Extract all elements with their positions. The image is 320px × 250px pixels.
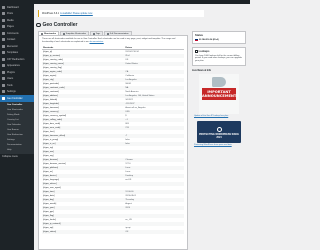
- intro-body: These are all shortcodes available for u…: [42, 38, 176, 43]
- lookups-text: You have 1000 lookups left for the curre…: [195, 55, 243, 63]
- menu-icon: [2, 5, 5, 9]
- sidebar-submenu: Geo Controller Geo Shortcodes Debug Mode Co…: [0, 101, 34, 154]
- geo-controller-icon: [36, 22, 41, 28]
- documentation-link[interactable]: documentation.: [89, 41, 103, 43]
- menu-icon: [2, 77, 5, 81]
- sidebar-item-label: Templates: [7, 51, 18, 55]
- sidebar-item-label: Contact: [7, 38, 16, 42]
- menu-icon: [2, 96, 5, 100]
- sidebar-menu-bottom: Collapse menu: [0, 154, 34, 161]
- sidebar-menu: Dashboard Posts Media Pages Comments Contact E…: [0, 4, 34, 102]
- ip-value: 93.184.216.34 (IPv4): [199, 38, 219, 41]
- menu-icon: [2, 38, 5, 42]
- sidebar-item-label: Pages: [7, 25, 14, 29]
- sidebar-item-label: Dashboard: [7, 5, 19, 9]
- sidebar-item-label: Elementor: [7, 44, 18, 48]
- collapse-menu-button[interactable]: Collapse menu: [0, 154, 34, 161]
- admin-bar: [0, 0, 250, 4]
- news2-banner-text: PROTECTING WORDPRESS SINCE 2024: [199, 132, 239, 139]
- sidebar-item-label: Geo Controller: [7, 96, 23, 100]
- lookups-title: Lookups: [195, 50, 243, 53]
- sidebar-item-label: Tools: [7, 83, 13, 87]
- megaphone-icon: [212, 76, 226, 87]
- menu-icon: [2, 18, 5, 22]
- menu-icon: [2, 57, 5, 61]
- menu-icon: [2, 70, 5, 74]
- admin-sidebar: Dashboard Posts Media Pages Comments Contact E…: [0, 4, 34, 250]
- menu-icon: [2, 44, 5, 48]
- sidebar-item-label: Comments: [7, 31, 19, 35]
- page-title: Geo Controller: [36, 22, 78, 28]
- announcement-line-2: ANNOUNCEMENT!: [202, 93, 238, 98]
- shortcodes-panel: These are all shortcodes available for u…: [38, 35, 188, 250]
- sidebar-item-label: Settings: [7, 90, 16, 94]
- wordpress-logo-icon: [216, 126, 222, 132]
- update-now-link[interactable]: is available! Please update now.: [60, 13, 93, 15]
- lookups-box: Lookups You have 1000 lookups left for t…: [192, 47, 246, 66]
- news-title: Live News & Info: [192, 68, 212, 72]
- ip-row: 93.184.216.34 (IPv4): [195, 39, 243, 42]
- notice-text: WordPress 6.6.1: [42, 12, 60, 15]
- menu-icon: [2, 25, 5, 29]
- ip-status-title: Status: [195, 34, 203, 37]
- menu-icon: [2, 64, 5, 68]
- sidebar-item-label: CF7 Redirection: [7, 57, 25, 61]
- page-title-text: Geo Controller: [42, 22, 78, 28]
- sidebar-item-label: Appearance: [7, 64, 20, 68]
- lookups-body: You have 1000 lookups left for the curre…: [195, 54, 242, 63]
- sidebar-item-label: Users: [7, 77, 14, 81]
- sidebar-item-label: Media: [7, 18, 14, 22]
- submenu-item[interactable]: Help: [0, 148, 34, 153]
- menu-icon: [2, 83, 5, 87]
- shortcodes-table: Shortcode Return [cfgeo_ip] 93.184.216.34…: [42, 45, 184, 234]
- menu-icon: [2, 51, 5, 55]
- menu-icon: [2, 31, 5, 35]
- news-link-1[interactable]: Update of the Geo IP Lookup free plan: [194, 115, 246, 118]
- shortcode-cell[interactable]: [cfgeo_status]: [42, 229, 125, 234]
- update-notice: WordPress 6.6.1 is available! Please upd…: [38, 10, 204, 17]
- return-cell: OK: [124, 229, 184, 234]
- lock-icon: [195, 50, 198, 53]
- sidebar-item-label: Posts: [7, 12, 13, 16]
- menu-icon: [2, 12, 5, 16]
- wordpress-protection-image[interactable]: PROTECTING WORDPRESS SINCE 2024: [197, 120, 241, 143]
- menu-icon: [2, 90, 5, 94]
- sidebar-item-label: Plugins: [7, 70, 15, 74]
- table-row: [cfgeo_status] OK: [42, 229, 184, 234]
- lookups-title-text: Lookups: [198, 50, 210, 54]
- intro-text: These are all shortcodes available for u…: [42, 38, 184, 44]
- announcement-banner: IMPORTANT ANNOUNCEMENT!: [202, 87, 238, 100]
- right-sidebar: Status 93.184.216.34 (IPv4) Lookups You …: [192, 31, 246, 146]
- ip-status-box: Status 93.184.216.34 (IPv4): [192, 31, 246, 45]
- news-link-2[interactable]: Protecting WordPress from spam and bots: [194, 144, 246, 147]
- us-flag-icon: [195, 38, 198, 41]
- announcement-image[interactable]: IMPORTANT ANNOUNCEMENT!: [199, 73, 239, 114]
